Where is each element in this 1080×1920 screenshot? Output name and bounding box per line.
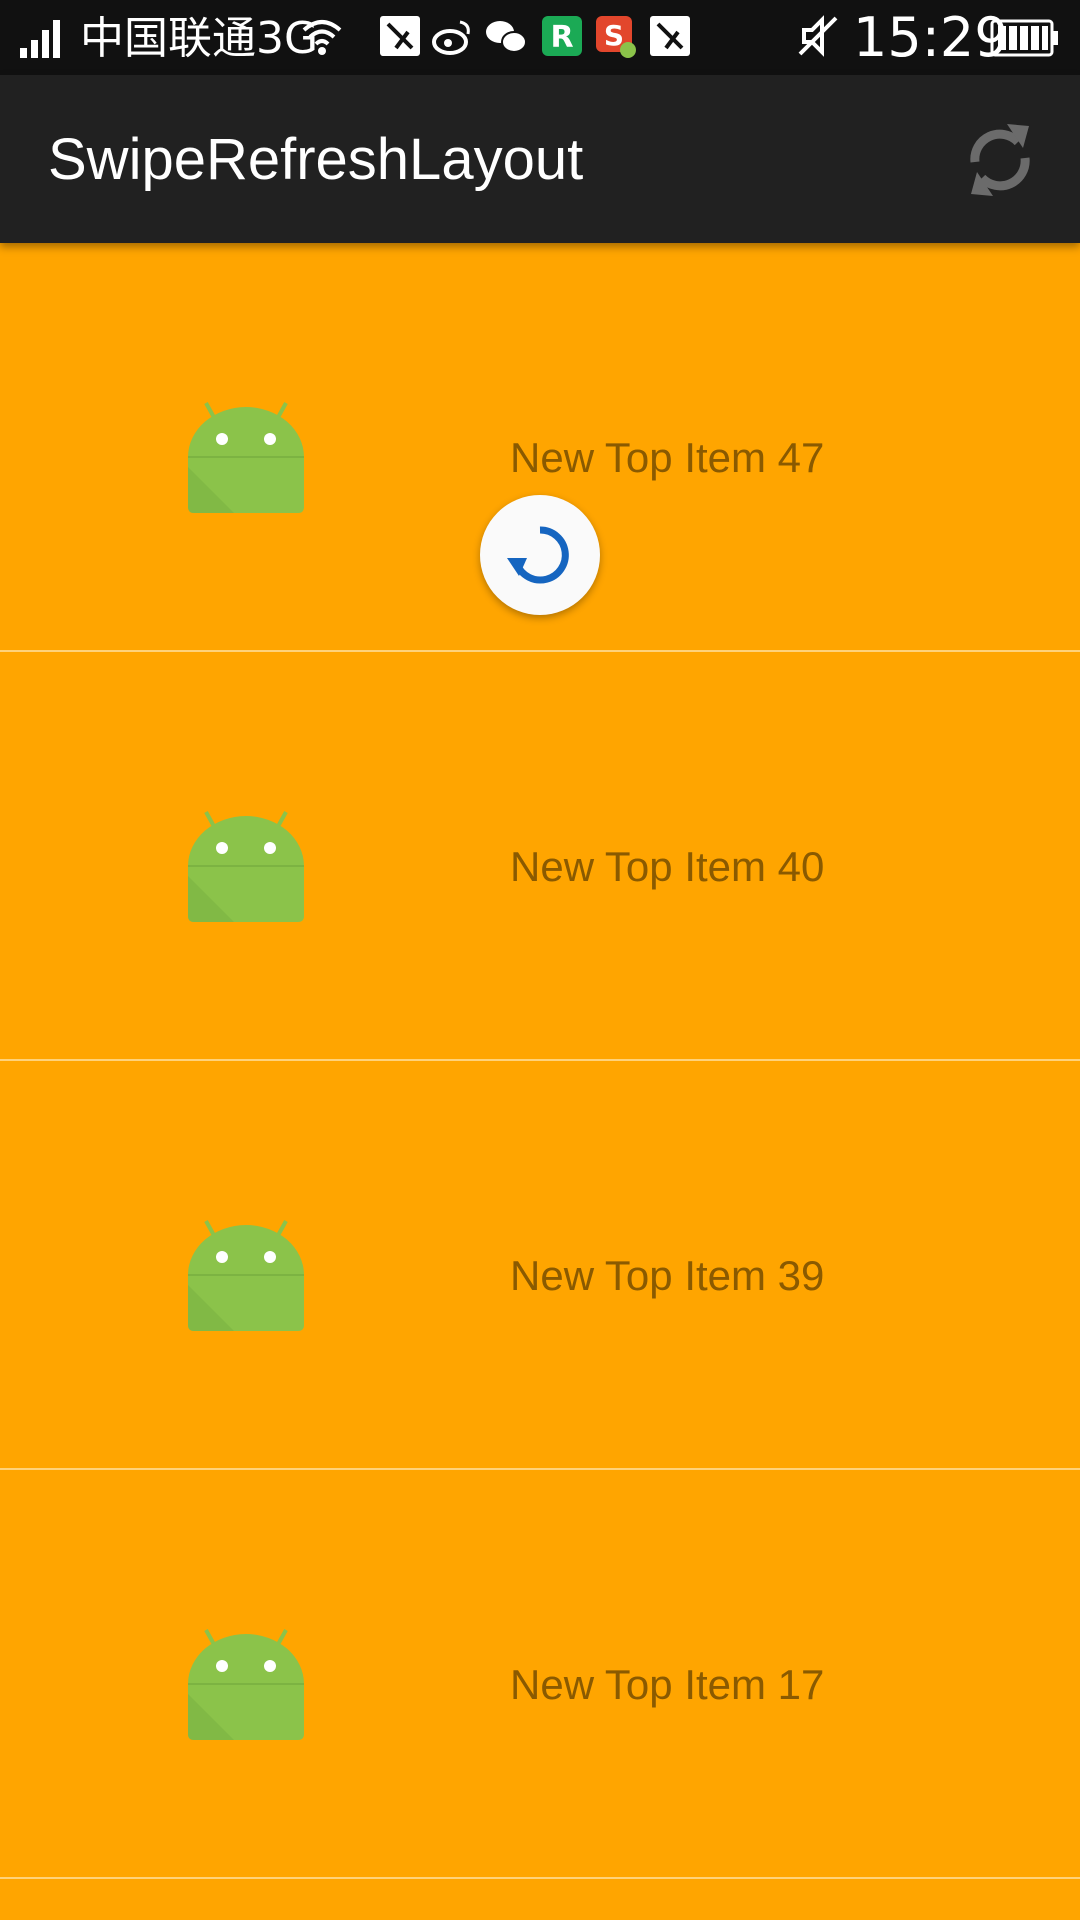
android-icon bbox=[188, 1629, 304, 1740]
r-app-icon: R bbox=[542, 16, 582, 56]
android-icon bbox=[188, 811, 304, 922]
refresh-indicator bbox=[480, 495, 600, 615]
list-item[interactable]: New Top Item 39 bbox=[0, 1061, 1080, 1470]
android-icon bbox=[188, 1220, 304, 1331]
android-icon bbox=[188, 402, 304, 513]
item-label: New Top Item 39 bbox=[510, 1252, 825, 1299]
app-bar: SwipeRefreshLayout bbox=[0, 75, 1080, 243]
app-title: SwipeRefreshLayout bbox=[48, 127, 584, 192]
app-notification-icon bbox=[380, 16, 420, 56]
item-label: New Top Item 47 bbox=[510, 434, 825, 481]
weibo-icon bbox=[432, 20, 470, 55]
svg-text:R: R bbox=[550, 20, 573, 55]
list-item[interactable]: New Top Item 17 bbox=[0, 1470, 1080, 1879]
app-notification-icon bbox=[650, 16, 690, 56]
s-app-icon: S bbox=[596, 16, 636, 58]
wechat-icon bbox=[486, 21, 527, 53]
clock: 15:29 bbox=[853, 6, 1009, 69]
signal-icon bbox=[20, 20, 60, 58]
wifi-icon bbox=[302, 20, 342, 55]
refresh-button[interactable] bbox=[955, 115, 1045, 205]
carrier-label: 中国联通3G bbox=[80, 13, 319, 64]
list-item[interactable]: New Top Item 40 bbox=[0, 652, 1080, 1061]
refresh-icon bbox=[970, 124, 1030, 196]
spinner-icon bbox=[507, 526, 569, 584]
status-bar: 中国联通3G R S 15:29 bbox=[0, 0, 1080, 75]
item-label: New Top Item 40 bbox=[510, 843, 825, 890]
item-label: New Top Item 17 bbox=[510, 1661, 825, 1708]
battery-icon bbox=[990, 19, 1058, 57]
mute-icon bbox=[798, 15, 838, 57]
